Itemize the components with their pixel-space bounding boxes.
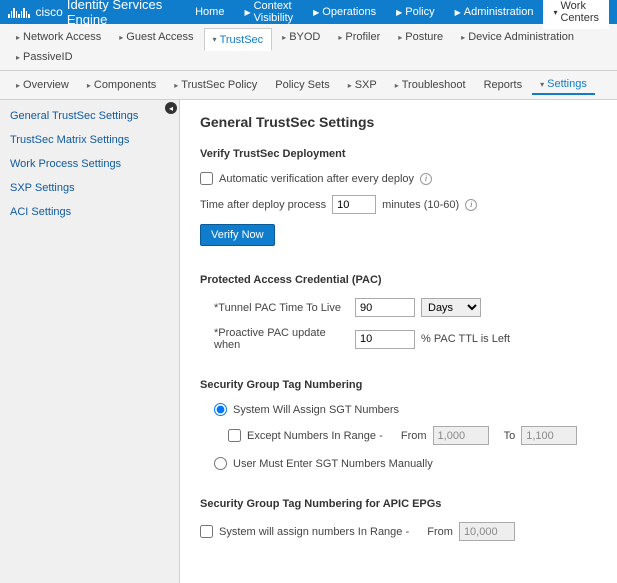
- chevron-left-icon: ◂: [169, 104, 173, 113]
- sidebar-item-aci[interactable]: ACI Settings: [0, 200, 179, 224]
- subnav-trustsec-tabs: ▸Overview ▸Components ▸TrustSec Policy P…: [0, 71, 617, 100]
- main-area: ◂ General TrustSec Settings TrustSec Mat…: [0, 100, 617, 583]
- tab-sxp[interactable]: ▸SXP: [340, 75, 385, 95]
- caret-right-icon: ▸: [87, 81, 91, 90]
- apic-from-input: [459, 522, 515, 541]
- caret-right-icon: ▸: [398, 33, 402, 42]
- section-pac-title: Protected Access Credential (PAC): [200, 274, 597, 286]
- pac-proactive-input[interactable]: [355, 330, 415, 349]
- pac-ttl-unit-select[interactable]: Days: [421, 298, 481, 317]
- apic-from-label: From: [427, 526, 453, 538]
- apic-assign-label: System will assign numbers In Range -: [219, 526, 409, 538]
- nav-administration[interactable]: ▶Administration: [445, 0, 544, 29]
- caret-down-icon: ▾: [213, 35, 217, 44]
- time-after-label: Time after deploy process: [200, 199, 326, 211]
- nav-operations[interactable]: ▶Operations: [303, 0, 386, 29]
- section-apic-title: Security Group Tag Numbering for APIC EP…: [200, 498, 597, 510]
- caret-right-icon: ▸: [119, 33, 123, 42]
- caret-right-icon: ▶: [396, 8, 402, 17]
- caret-down-icon: ▾: [540, 80, 544, 89]
- caret-right-icon: ▸: [282, 33, 286, 42]
- sidebar-item-matrix[interactable]: TrustSec Matrix Settings: [0, 128, 179, 152]
- caret-right-icon: ▸: [395, 81, 399, 90]
- sgt-except-label: Except Numbers In Range -: [247, 430, 383, 442]
- sgt-from-label: From: [401, 430, 427, 442]
- section-sgt-title: Security Group Tag Numbering: [200, 379, 597, 391]
- top-header: cisco Identity Services Engine Home ▶Con…: [0, 0, 617, 24]
- caret-right-icon: ▶: [455, 8, 461, 17]
- subnav-byod[interactable]: ▸BYOD: [274, 28, 328, 46]
- top-nav: Home ▶Context Visibility ▶Operations ▶Po…: [185, 0, 609, 29]
- page-title: General TrustSec Settings: [200, 114, 597, 130]
- sgt-manual-label: User Must Enter SGT Numbers Manually: [233, 458, 433, 470]
- pac-ttl-label: *Tunnel PAC Time To Live: [214, 302, 349, 314]
- subnav-guest-access[interactable]: ▸Guest Access: [111, 28, 201, 46]
- nav-work-centers[interactable]: ▾Work Centers: [543, 0, 609, 29]
- app-title: Identity Services Engine: [67, 0, 165, 27]
- subnav-device-admin[interactable]: ▸Device Administration: [453, 28, 582, 46]
- sgt-manual-radio[interactable]: [214, 457, 227, 470]
- sgt-to-label: To: [504, 430, 516, 442]
- caret-right-icon: ▸: [338, 33, 342, 42]
- time-units-label: minutes (10-60): [382, 199, 459, 211]
- pac-ttl-input[interactable]: [355, 298, 415, 317]
- caret-right-icon: ▸: [16, 33, 20, 42]
- subnav-network-access[interactable]: ▸Network Access: [8, 28, 109, 46]
- sidebar-item-general[interactable]: General TrustSec Settings: [0, 104, 179, 128]
- pac-proactive-suffix: % PAC TTL is Left: [421, 333, 510, 345]
- sgt-except-checkbox[interactable]: [228, 429, 241, 442]
- subnav-workcenters: ▸Network Access ▸Guest Access ▾TrustSec …: [0, 24, 617, 71]
- sidebar: ◂ General TrustSec Settings TrustSec Mat…: [0, 100, 180, 583]
- sgt-from-input: [433, 426, 489, 445]
- caret-right-icon: ▸: [461, 33, 465, 42]
- section-pac: Protected Access Credential (PAC) *Tunne…: [200, 274, 597, 351]
- section-verify-title: Verify TrustSec Deployment: [200, 148, 597, 160]
- tab-reports[interactable]: Reports: [476, 75, 531, 95]
- brand-text: cisco: [36, 5, 63, 19]
- brand-logo: cisco: [8, 5, 63, 19]
- verify-now-button[interactable]: Verify Now: [200, 224, 275, 246]
- sidebar-item-sxp[interactable]: SXP Settings: [0, 176, 179, 200]
- nav-context-visibility[interactable]: ▶Context Visibility: [234, 0, 303, 29]
- tab-policy-sets[interactable]: Policy Sets: [267, 75, 337, 95]
- time-after-input[interactable]: [332, 195, 376, 214]
- cisco-logo-icon: [8, 6, 30, 18]
- caret-right-icon: ▸: [16, 53, 20, 62]
- nav-policy[interactable]: ▶Policy: [386, 0, 445, 29]
- caret-down-icon: ▾: [553, 8, 557, 17]
- section-sgt: Security Group Tag Numbering System Will…: [200, 379, 597, 470]
- section-apic: Security Group Tag Numbering for APIC EP…: [200, 498, 597, 541]
- sidebar-collapse-button[interactable]: ◂: [165, 102, 177, 114]
- nav-home[interactable]: Home: [185, 0, 234, 29]
- section-verify: Verify TrustSec Deployment Automatic ver…: [200, 148, 597, 246]
- sgt-system-radio[interactable]: [214, 403, 227, 416]
- tab-trustsec-policy[interactable]: ▸TrustSec Policy: [166, 75, 265, 95]
- sgt-system-label: System Will Assign SGT Numbers: [233, 404, 399, 416]
- content: General TrustSec Settings Verify TrustSe…: [180, 100, 617, 583]
- tab-settings[interactable]: ▾Settings: [532, 75, 595, 95]
- subnav-posture[interactable]: ▸Posture: [390, 28, 451, 46]
- tab-troubleshoot[interactable]: ▸Troubleshoot: [387, 75, 474, 95]
- caret-right-icon: ▶: [313, 8, 319, 17]
- caret-right-icon: ▸: [174, 81, 178, 90]
- auto-verify-label: Automatic verification after every deplo…: [219, 173, 414, 185]
- caret-right-icon: ▶: [244, 8, 250, 17]
- tab-components[interactable]: ▸Components: [79, 75, 164, 95]
- sidebar-item-workprocess[interactable]: Work Process Settings: [0, 152, 179, 176]
- tab-overview[interactable]: ▸Overview: [8, 75, 77, 95]
- caret-right-icon: ▸: [348, 81, 352, 90]
- auto-verify-checkbox[interactable]: [200, 172, 213, 185]
- subnav-trustsec[interactable]: ▾TrustSec: [204, 28, 273, 51]
- caret-right-icon: ▸: [16, 81, 20, 90]
- info-icon[interactable]: i: [420, 173, 432, 185]
- info-icon[interactable]: i: [465, 199, 477, 211]
- pac-proactive-label: *Proactive PAC update when: [214, 327, 349, 351]
- sgt-to-input: [521, 426, 577, 445]
- subnav-profiler[interactable]: ▸Profiler: [330, 28, 388, 46]
- subnav-passiveid[interactable]: ▸PassiveID: [8, 48, 81, 66]
